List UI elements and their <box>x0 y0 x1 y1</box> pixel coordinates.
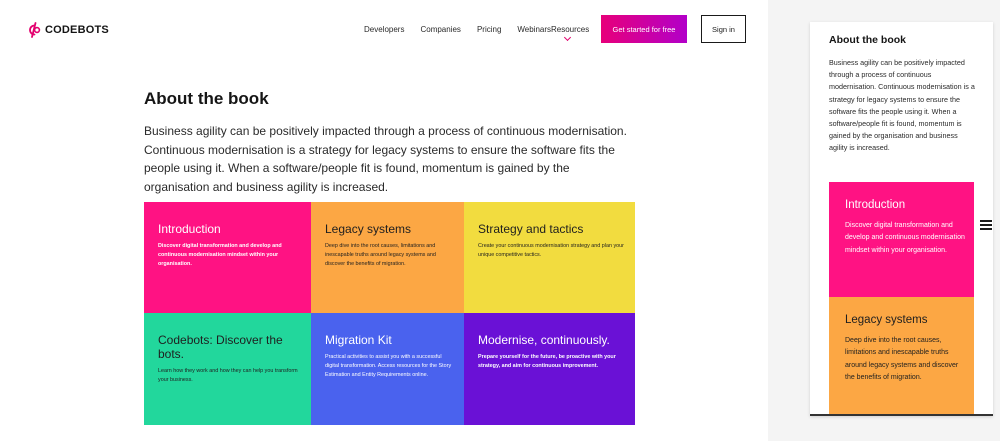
tile-description: Discover digital transformation and deve… <box>158 243 282 267</box>
tile-title: Strategy and tactics <box>478 222 584 236</box>
tile-title: Introduction <box>845 199 906 211</box>
tile-title: Migration Kit <box>325 333 392 347</box>
chevron-down-icon <box>563 33 572 42</box>
codebots-logo[interactable]: CODEBOTS <box>28 22 109 38</box>
tile-description: Deep dive into the root causes, limitati… <box>845 337 959 382</box>
mobile-view: About the book Business agility can be p… <box>810 22 993 416</box>
mobile-chapter-tile-legacy-systems[interactable]: Legacy systems Deep dive into the root c… <box>829 297 974 414</box>
nav-link-companies[interactable]: Companies <box>420 25 460 34</box>
sign-in-button[interactable]: Sign in <box>701 15 746 43</box>
nav-link-resources[interactable]: Resources <box>551 25 590 42</box>
tile-description: Practical activities to assist you with … <box>325 354 452 378</box>
hamburger-menu-icon[interactable] <box>980 219 992 231</box>
chapter-tile-strategy-and-tactics[interactable]: Strategy and tactics Create your continu… <box>464 202 635 313</box>
mobile-page-title: About the book <box>829 34 906 46</box>
chapter-grid: Introduction Discover digital transforma… <box>144 202 635 425</box>
tile-title: Codebots: Discover the bots. <box>158 333 283 361</box>
nav-link-webinars[interactable]: Webinars <box>517 25 551 34</box>
tile-description: Discover digital transformation and deve… <box>845 222 965 254</box>
tile-title: Introduction <box>158 222 221 236</box>
desktop-view: CODEBOTS Developers Companies Pricing We… <box>0 0 768 441</box>
nav-links: Developers Companies Pricing Webinars <box>364 25 567 34</box>
get-started-button[interactable]: Get started for free <box>601 15 687 43</box>
tile-description: Create your continuous modernisation str… <box>478 243 624 258</box>
mobile-intro-paragraph: Business agility can be positively impac… <box>829 58 975 153</box>
tile-title: Legacy systems <box>325 222 412 236</box>
tile-title: Legacy systems <box>845 314 928 326</box>
nav-link-developers[interactable]: Developers <box>364 25 404 34</box>
intro-paragraph: Business agility can be positively impac… <box>144 124 627 194</box>
page-title: About the book <box>144 89 269 108</box>
chapter-tile-introduction[interactable]: Introduction Discover digital transforma… <box>144 202 311 313</box>
nav-link-pricing[interactable]: Pricing <box>477 25 501 34</box>
tile-description: Deep dive into the root causes, limitati… <box>325 243 436 267</box>
mobile-chapter-tile-introduction[interactable]: Introduction Discover digital transforma… <box>829 182 974 297</box>
resources-label: Resources <box>551 25 590 34</box>
top-navigation: CODEBOTS Developers Companies Pricing We… <box>0 0 768 60</box>
chapter-tile-codebots[interactable]: Codebots: Discover the bots. Learn how t… <box>144 313 311 425</box>
tile-description: Prepare yourself for the future, be proa… <box>478 354 616 369</box>
tile-title: Modernise, continuously. <box>478 333 610 347</box>
tile-description: Learn how they work and how they can hel… <box>158 368 298 383</box>
codebots-logo-icon <box>29 22 41 38</box>
chapter-tile-modernise[interactable]: Modernise, continuously. Prepare yoursel… <box>464 313 635 425</box>
mobile-bottom-border <box>810 414 993 416</box>
chapter-tile-legacy-systems[interactable]: Legacy systems Deep dive into the root c… <box>311 202 464 313</box>
brand-name: CODEBOTS <box>45 24 109 36</box>
chapter-tile-migration-kit[interactable]: Migration Kit Practical activities to as… <box>311 313 464 425</box>
